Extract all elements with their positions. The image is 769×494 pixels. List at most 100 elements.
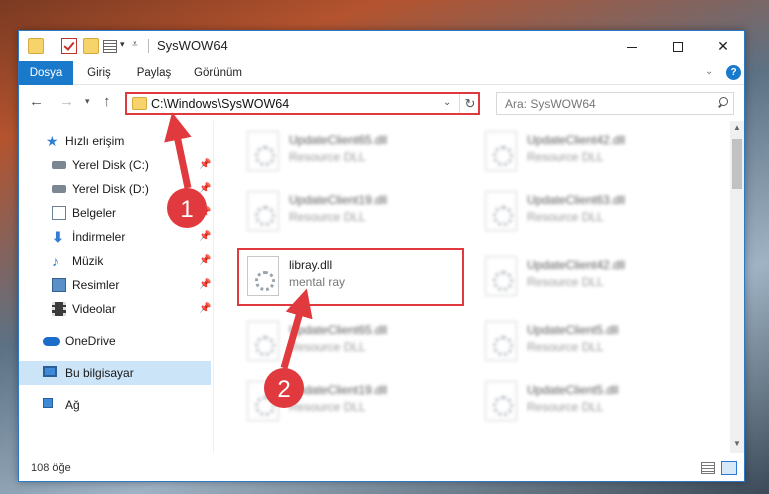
sidebar-item-label: Yerel Disk (C:)	[72, 158, 149, 172]
download-icon: ⬇	[52, 229, 64, 245]
file-item[interactable]: UpdateClient5.dll Resource DLL	[477, 315, 707, 371]
file-type: Resource DLL	[527, 275, 604, 289]
pin-icon[interactable]: 📌	[199, 249, 211, 273]
music-icon: ♪	[52, 253, 59, 269]
sidebar-item-this-pc[interactable]: Bu bilgisayar	[19, 361, 211, 385]
tab-home[interactable]: Giriş	[79, 61, 119, 85]
sidebar-item-pictures[interactable]: Resimler 📌	[19, 273, 211, 297]
sidebar-item-label: Müzik	[72, 254, 104, 268]
chevron-down-icon[interactable]: ⌄	[443, 97, 451, 108]
refresh-icon[interactable]: ↻	[459, 94, 480, 113]
highlight-box	[237, 248, 464, 306]
file-type: Resource DLL	[289, 340, 366, 354]
search-box[interactable]: Ara: SysWOW64	[496, 92, 734, 115]
dll-file-icon	[247, 131, 279, 171]
sidebar-item-disk-d[interactable]: Yerel Disk (D:) 📌	[19, 177, 211, 201]
tab-file[interactable]: Dosya	[19, 61, 73, 85]
close-button[interactable]: ✕	[700, 31, 746, 61]
up-arrow-icon[interactable]: ↑	[103, 93, 111, 110]
window-title: SysWOW64	[157, 38, 228, 53]
sidebar-item-videos[interactable]: Videolar 📌	[19, 297, 211, 321]
sidebar-item-documents[interactable]: Belgeler 📌	[19, 201, 211, 225]
folder-icon	[132, 97, 147, 110]
status-bar: 108 öğe	[19, 453, 744, 481]
maximize-button[interactable]	[655, 31, 701, 61]
file-item[interactable]: UpdateClient65.dll Resource DLL	[239, 315, 469, 371]
pin-icon[interactable]: 📌	[199, 177, 211, 201]
file-name: UpdateClient65.dll	[289, 323, 388, 337]
recent-locations-icon[interactable]: ▾	[85, 96, 90, 107]
address-bar[interactable]: C:\Windows\SysWOW64 ⌄ ↻	[125, 92, 480, 115]
sidebar-item-label: Hızlı erişim	[65, 134, 125, 148]
sidebar-item-onedrive[interactable]: OneDrive	[19, 329, 211, 353]
video-icon	[52, 302, 66, 316]
file-item[interactable]: UpdateClient63.dll Resource DLL	[477, 185, 707, 241]
customize-toolbar-icon[interactable]: ⩡	[132, 39, 144, 55]
file-item[interactable]: UpdateClient42.dll Resource DLL	[477, 250, 707, 306]
file-item[interactable]: UpdateClient19.dll Resource DLL	[239, 375, 469, 431]
file-name: UpdateClient19.dll	[289, 383, 388, 397]
back-arrow-icon[interactable]: ←	[29, 93, 44, 110]
pictures-icon	[52, 278, 66, 292]
pin-icon[interactable]: 📌	[199, 201, 211, 225]
onedrive-icon	[43, 337, 60, 346]
details-icon[interactable]	[103, 40, 117, 53]
file-type: Resource DLL	[289, 400, 366, 414]
minimize-button[interactable]	[609, 31, 655, 61]
file-type: Resource DLL	[527, 150, 604, 164]
sidebar-item-quick-access[interactable]: ★ Hızlı erişim	[19, 129, 211, 153]
sidebar-item-label: OneDrive	[65, 334, 116, 348]
dll-file-icon	[485, 381, 517, 421]
sidebar-item-label: Yerel Disk (D:)	[72, 182, 149, 196]
help-icon[interactable]: ?	[726, 65, 741, 80]
sidebar-item-music[interactable]: ♪ Müzik 📌	[19, 249, 211, 273]
pin-icon[interactable]: 📌	[199, 297, 211, 321]
scroll-up-icon[interactable]: ▲	[733, 123, 741, 132]
tab-view[interactable]: Görünüm	[189, 61, 247, 85]
scroll-down-icon[interactable]: ▼	[733, 439, 741, 448]
folder-icon[interactable]	[28, 38, 44, 54]
file-type: Resource DLL	[527, 400, 604, 414]
sidebar-item-network[interactable]: Ağ	[19, 393, 211, 417]
dll-file-icon	[485, 131, 517, 171]
file-item[interactable]: UpdateClient19.dll Resource DLL	[239, 185, 469, 241]
sidebar-item-disk-c[interactable]: Yerel Disk (C:) 📌	[19, 153, 211, 177]
details-view-icon[interactable]	[701, 462, 715, 474]
pin-icon[interactable]: 📌	[199, 225, 211, 249]
properties-check-icon[interactable]	[61, 38, 77, 54]
search-icon[interactable]	[717, 97, 728, 108]
file-item[interactable]: UpdateClient42.dll Resource DLL	[477, 125, 707, 181]
file-name: UpdateClient5.dll	[527, 383, 619, 397]
star-icon: ★	[46, 133, 59, 149]
item-count: 108 öğe	[31, 462, 71, 474]
pin-icon[interactable]: 📌	[199, 153, 211, 177]
navigation-bar: ← → ▾ ↑ C:\Windows\SysWOW64 ⌄ ↻ Ara: Sys…	[19, 86, 744, 120]
forward-arrow-icon[interactable]: →	[59, 93, 74, 110]
chevron-down-icon[interactable]: ▾	[120, 39, 130, 55]
file-item[interactable]: UpdateClient5.dll Resource DLL	[477, 375, 707, 431]
scroll-thumb[interactable]	[732, 139, 742, 189]
documents-icon	[52, 206, 66, 220]
computer-icon	[43, 366, 57, 377]
file-type: Resource DLL	[289, 150, 366, 164]
file-type: Resource DLL	[289, 210, 366, 224]
sidebar-item-label: Resimler	[72, 278, 120, 292]
new-folder-icon[interactable]	[83, 38, 99, 54]
file-name: UpdateClient5.dll	[527, 323, 619, 337]
file-name: UpdateClient42.dll	[527, 133, 626, 147]
file-item[interactable]: UpdateClient65.dll Resource DLL	[239, 125, 469, 181]
title-bar: ▾ ⩡ SysWOW64 ✕	[19, 31, 744, 61]
dll-file-icon	[485, 191, 517, 231]
expand-ribbon-icon[interactable]: ⌄	[705, 66, 713, 77]
pin-icon[interactable]: 📌	[199, 273, 211, 297]
sidebar-item-label: Videolar	[72, 302, 116, 316]
ribbon-tabs: Dosya Giriş Paylaş Görünüm ⌄ ?	[19, 61, 744, 85]
sidebar-item-label: Bu bilgisayar	[65, 366, 134, 380]
vertical-scrollbar[interactable]: ▲ ▼	[730, 121, 744, 453]
drive-icon	[52, 161, 66, 169]
sidebar-item-downloads[interactable]: ⬇ İndirmeler 📌	[19, 225, 211, 249]
tab-share[interactable]: Paylaş	[131, 61, 177, 85]
tiles-view-icon[interactable]	[721, 461, 737, 475]
address-path[interactable]: C:\Windows\SysWOW64	[151, 97, 289, 111]
search-input[interactable]: Ara: SysWOW64	[505, 97, 596, 111]
